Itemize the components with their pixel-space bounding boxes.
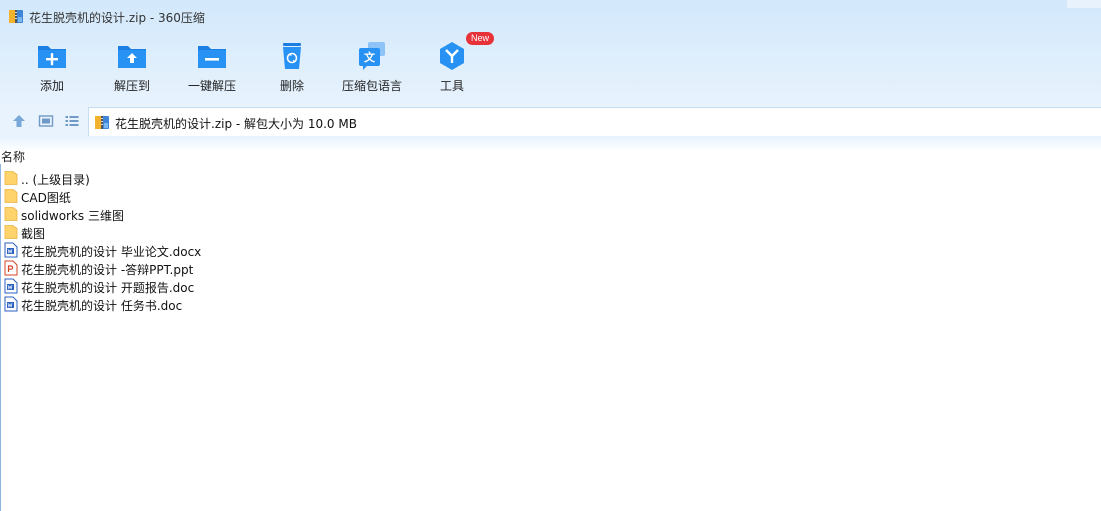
- extract-to-button-label: 解压到: [113, 79, 150, 93]
- list-item[interactable]: .. (上级目录): [2, 169, 602, 187]
- add-button-label: 添加: [39, 79, 64, 93]
- list-item[interactable]: CAD图纸: [2, 187, 602, 205]
- list-item[interactable]: 花生脱壳机的设计 任务书.doc: [2, 295, 602, 313]
- name-column-header[interactable]: 名称: [1, 148, 25, 165]
- list-view-icon[interactable]: [64, 113, 80, 129]
- tools-button[interactable]: New 工具: [412, 32, 495, 100]
- file-name: 花生脱壳机的设计 任务书.doc: [21, 299, 183, 313]
- archive-language-button-label: 压缩包语言: [341, 79, 402, 93]
- folder-icon: [4, 171, 18, 185]
- tools-icon: [440, 42, 464, 70]
- folder-icon: [4, 189, 18, 203]
- window-title: 花生脱壳机的设计.zip - 360压缩: [29, 11, 205, 25]
- file-list: 名称 .. (上级目录) CAD图纸 solidworks 三维图 截图 花生脱…: [0, 140, 1101, 511]
- list-item[interactable]: 花生脱壳机的设计 -答辩PPT.ppt: [2, 259, 602, 277]
- add-button[interactable]: 添加: [12, 38, 92, 100]
- word-document-icon: [4, 242, 18, 258]
- list-item[interactable]: 花生脱壳机的设计 毕业论文.docx: [2, 241, 602, 259]
- close-icon[interactable]: [1067, 0, 1101, 8]
- app-header: 花生脱壳机的设计.zip - 360压缩 添加 解压到 一键解压 删除 文 压缩…: [0, 0, 1101, 104]
- toolbar: 添加 解压到 一键解压 删除 文 压缩包语言 New 工具: [0, 32, 1101, 100]
- add-icon: [38, 46, 66, 68]
- address-bar[interactable]: 花生脱壳机的设计.zip - 解包大小为 10.0 MB: [88, 107, 1101, 136]
- powerpoint-document-icon: [4, 260, 18, 276]
- file-name: 花生脱壳机的设计 毕业论文.docx: [21, 245, 202, 259]
- tools-button-label: 工具: [439, 79, 464, 93]
- file-name: CAD图纸: [21, 191, 71, 205]
- thumbnail-view-icon[interactable]: [38, 113, 54, 129]
- file-name: 花生脱壳机的设计 -答辩PPT.ppt: [21, 263, 194, 277]
- one-click-extract-icon: [198, 46, 226, 68]
- extract-to-button[interactable]: 解压到: [92, 38, 172, 100]
- list-item[interactable]: solidworks 三维图: [2, 205, 602, 223]
- extract-to-icon: [118, 46, 146, 68]
- word-document-icon: [4, 296, 18, 312]
- zip-archive-icon: [9, 10, 23, 23]
- folder-icon: [4, 225, 18, 239]
- archive-path-text: 花生脱壳机的设计.zip - 解包大小为 10.0 MB: [115, 117, 357, 131]
- one-click-extract-button[interactable]: 一键解压: [172, 38, 252, 100]
- delete-button-label: 删除: [279, 79, 304, 93]
- navigation-bar: 花生脱壳机的设计.zip - 解包大小为 10.0 MB: [0, 104, 1101, 138]
- file-name: 截图: [21, 227, 46, 241]
- title-bar: 花生脱壳机的设计.zip - 360压缩: [0, 0, 1101, 34]
- up-arrow-icon[interactable]: [11, 113, 27, 129]
- zip-archive-icon: [95, 116, 109, 129]
- delete-icon: [283, 43, 301, 69]
- folder-icon: [4, 207, 18, 221]
- file-name: 花生脱壳机的设计 开题报告.doc: [21, 281, 195, 295]
- list-item[interactable]: 花生脱壳机的设计 开题报告.doc: [2, 277, 602, 295]
- file-name: .. (上级目录): [21, 173, 90, 187]
- svg-text:文: 文: [364, 50, 376, 64]
- one-click-extract-button-label: 一键解压: [187, 79, 236, 93]
- list-item[interactable]: 截图: [2, 223, 602, 241]
- language-icon: 文: [359, 42, 385, 70]
- archive-language-button[interactable]: 文 压缩包语言: [332, 38, 412, 100]
- delete-button[interactable]: 删除: [252, 38, 332, 100]
- file-name: solidworks 三维图: [21, 209, 124, 223]
- new-badge: New: [466, 32, 495, 45]
- word-document-icon: [4, 278, 18, 294]
